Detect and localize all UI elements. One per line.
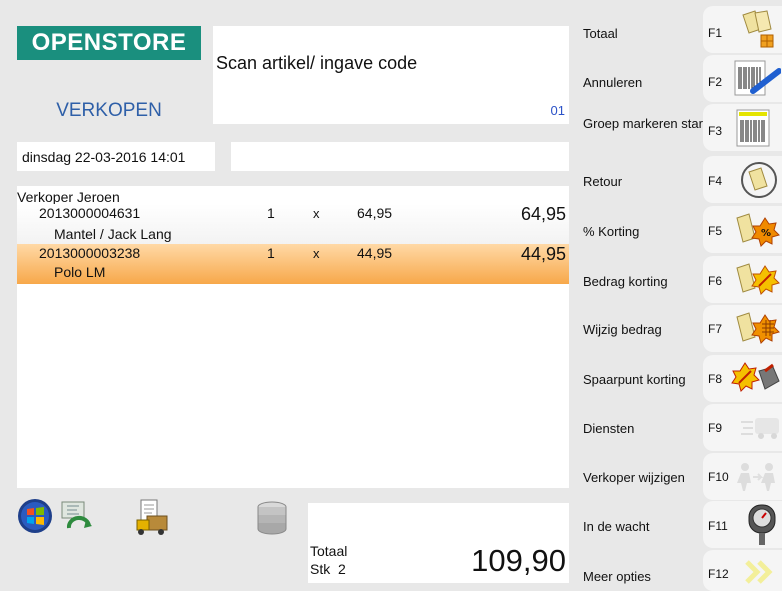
return-icon <box>739 160 781 205</box>
function-key-label: F3 <box>708 124 723 138</box>
function-in-de-wacht[interactable]: In de wacht F11 <box>579 501 782 550</box>
function-diensten[interactable]: Diensten F9 <box>579 404 782 453</box>
database-icon[interactable] <box>255 500 289 541</box>
article-price: 64,95 <box>357 205 393 221</box>
function-label: Annuleren <box>583 75 643 90</box>
multiply-sign: x <box>313 246 320 261</box>
parking-meter-icon <box>745 503 779 552</box>
function-key-label: F12 <box>708 567 729 581</box>
function-label: Verkoper wijzigen <box>583 470 685 485</box>
function-totaal[interactable]: Totaal F1 <box>579 6 782 55</box>
seller-name: Verkoper Jeroen <box>17 189 120 205</box>
function-key-label: F4 <box>708 174 723 188</box>
function-meer-opties[interactable]: Meer opties F12 <box>579 550 782 591</box>
function-label: Bedrag korting <box>583 274 668 289</box>
function-label: Wijzig bedrag <box>583 322 662 337</box>
items-count-value: 2 <box>338 561 346 577</box>
scan-code: 01 <box>550 103 565 118</box>
function-key[interactable]: F3 <box>703 104 782 151</box>
barcode-cancel-icon <box>733 59 782 104</box>
article-code: 2013000004631 <box>39 205 141 221</box>
function-bedrag-korting[interactable]: Bedrag korting F6 <box>579 256 782 305</box>
function-retour[interactable]: Retour F4 <box>579 156 782 205</box>
receipt-row-selected[interactable]: 2013000003238 Polo LM 1 x 44,95 44,95 <box>17 244 569 284</box>
article-code: 2013000003238 <box>39 245 141 261</box>
function-key[interactable]: F2 <box>703 55 782 102</box>
function-key-label: F1 <box>708 26 723 40</box>
function-key-label: F7 <box>708 322 723 336</box>
function-label: % Korting <box>583 224 640 239</box>
article-description: Polo LM <box>54 264 106 280</box>
function-key[interactable]: F5 % <box>703 206 782 253</box>
function-label: Spaarpunt korting <box>583 372 686 387</box>
function-annuleren[interactable]: Annuleren F2 <box>579 55 782 104</box>
function-groep-markeren[interactable]: Groep markeren starten F3 <box>579 104 782 153</box>
amount-discount-icon <box>733 258 781 305</box>
receipt-row[interactable]: 2013000004631 Mantel / Jack Lang 1 x 64,… <box>17 204 569 246</box>
function-label: Retour <box>583 174 623 189</box>
function-key[interactable]: F4 <box>703 156 782 203</box>
scan-input[interactable]: Scan artikel/ ingave code 01 <box>213 26 569 124</box>
function-key[interactable]: F11 <box>703 501 782 548</box>
openstore-logo: OPENSTORE <box>17 26 201 60</box>
multiply-sign: x <box>313 206 320 221</box>
receipt-list[interactable]: Verkoper Jeroen 2013000004631 Mantel / J… <box>17 186 569 488</box>
items-count: Stk 2 <box>310 561 346 577</box>
barcode-icon <box>735 108 771 153</box>
scan-prompt: Scan artikel/ ingave code <box>216 53 418 73</box>
article-description: Mantel / Jack Lang <box>54 226 172 242</box>
info-field <box>231 142 569 171</box>
function-key[interactable]: F8 <box>703 355 782 402</box>
function-verkoper-wijzigen[interactable]: Verkoper wijzigen F10 <box>579 453 782 502</box>
windows-icon[interactable] <box>17 498 53 539</box>
function-key-label: F8 <box>708 372 723 386</box>
totals-panel: Totaal Stk 2 109,90 <box>308 503 569 583</box>
function-label: Totaal <box>583 26 618 41</box>
percent-discount-icon: % <box>733 208 781 255</box>
items-count-label: Stk <box>310 561 331 577</box>
change-amount-icon <box>733 307 781 354</box>
function-procent-korting[interactable]: % Korting F5 % <box>579 206 782 255</box>
function-key[interactable]: F7 <box>703 305 782 352</box>
services-icon <box>739 412 782 449</box>
function-key-label: F11 <box>708 519 728 533</box>
bags-coins-icon <box>737 9 781 54</box>
function-label: Diensten <box>583 421 635 436</box>
function-spaarpunt-korting[interactable]: Spaarpunt korting F8 <box>579 355 782 404</box>
function-key[interactable]: F9 <box>703 404 782 451</box>
function-key-label: F10 <box>708 470 729 484</box>
function-label: In de wacht <box>583 519 650 534</box>
page-title: VERKOPEN <box>56 100 162 121</box>
more-options-icon <box>743 558 779 591</box>
loyalty-discount-icon <box>731 357 781 404</box>
function-label: Groep markeren starten <box>583 116 722 131</box>
total-label: Totaal <box>310 543 348 559</box>
article-quantity: 1 <box>267 205 275 221</box>
article-quantity: 1 <box>267 245 275 261</box>
function-key-label: F2 <box>708 75 723 89</box>
function-key[interactable]: F1 <box>703 6 782 53</box>
article-price: 44,95 <box>357 245 393 261</box>
function-wijzig-bedrag[interactable]: Wijzig bedrag F7 <box>579 305 782 354</box>
total-amount: 109,90 <box>471 543 566 578</box>
function-key-label: F6 <box>708 274 723 288</box>
bottom-toolbar <box>17 494 307 538</box>
function-key[interactable]: F6 <box>703 256 782 303</box>
article-total: 44,95 <box>520 244 566 264</box>
delivery-icon[interactable] <box>135 498 175 541</box>
function-key-label: F5 <box>708 224 723 238</box>
sync-icon[interactable] <box>59 498 97 541</box>
function-label: Meer opties <box>583 569 651 584</box>
article-total: 64,95 <box>520 204 566 224</box>
datetime-display: dinsdag 22-03-2016 14:01 <box>17 142 215 171</box>
function-key[interactable]: F12 <box>703 550 782 591</box>
svg-text:%: % <box>761 228 771 239</box>
function-key[interactable]: F10 <box>703 453 782 500</box>
change-seller-icon <box>731 459 781 500</box>
function-key-label: F9 <box>708 421 723 435</box>
